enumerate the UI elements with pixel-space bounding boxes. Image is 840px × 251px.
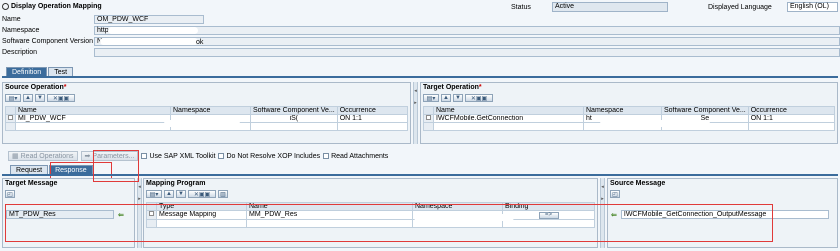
read-icon: ▦ — [12, 153, 19, 160]
action-bar: ▦ Read Operations ➡ Parameters... Use SAP … — [8, 151, 388, 161]
mapping-toolbar: ▤▾ ▲ ▼ ✕▣▣ ▥ — [144, 189, 597, 199]
description-label: Description — [2, 49, 38, 56]
edit-actions-icon[interactable]: ✕▣▣ — [465, 94, 493, 102]
status-label: Status — [511, 4, 531, 11]
target-operation-panel: Target Operation* ▤▾ ▲ ▼ ✕▣▣ Name Namesp… — [420, 82, 838, 144]
col-swcv: Software Component Ve... — [250, 106, 338, 115]
redaction — [108, 27, 198, 34]
displayed-language-select[interactable]: English (OL) — [787, 2, 838, 12]
col-occurrence: Occurrence — [747, 106, 836, 115]
redaction — [100, 38, 198, 45]
source-message-toolbar: ◰ — [608, 189, 837, 199]
mapping-program-title: Mapping Program — [146, 180, 206, 187]
source-toolbar: ▤▾ ▲ ▼ ✕▣▣ — [3, 93, 410, 103]
highlight-box — [5, 204, 773, 242]
redaction — [600, 120, 710, 127]
table-settings-icon[interactable]: ▤▾ — [5, 94, 21, 102]
swcv-suffix: ok — [196, 39, 204, 46]
swcv-field[interactable]: N — [94, 37, 840, 46]
col-name: Name — [15, 106, 171, 115]
cell-name: MI_PDW_WCF — [15, 114, 171, 123]
display-icon — [2, 3, 9, 10]
namespace-field[interactable]: http — [94, 26, 840, 35]
source-operation-panel: Source Operation* ▤▾ ▲ ▼ ✕▣▣ Name Namesp… — [2, 82, 411, 144]
col-namespace: Namespace — [583, 106, 662, 115]
displayed-language-label: Displayed Language — [708, 4, 772, 11]
arrow-right-icon: ➡ — [84, 153, 91, 160]
tab-definition[interactable]: Definition — [6, 67, 48, 76]
use-sap-xml-toolkit-checkbox[interactable]: Use SAP XML Toolkit — [141, 153, 215, 160]
move-down-icon[interactable]: ▼ — [35, 94, 45, 102]
col-occurrence: Occurrence — [336, 106, 409, 115]
cell-occurrence: ON 1:1 — [336, 114, 409, 123]
status-field: Active — [552, 2, 668, 12]
window-title-text: Display Operation Mapping — [11, 3, 102, 10]
redaction — [164, 120, 240, 127]
col-namespace: Namespace — [170, 106, 251, 115]
read-operations-button[interactable]: ▦ Read Operations — [8, 151, 78, 161]
move-down-icon[interactable]: ▼ — [453, 94, 463, 102]
tab-request[interactable]: Request — [10, 165, 49, 174]
highlight-box — [93, 150, 139, 182]
edit-actions-icon[interactable]: ✕▣▣ — [188, 190, 216, 198]
cell-name: IWCFMobile.GetConnection — [433, 114, 584, 123]
display-icon[interactable]: ◰ — [5, 190, 15, 198]
swcv-label: Software Component Version — [2, 38, 94, 45]
source-operation-table: Name Namespace Software Component Ve... … — [5, 106, 409, 131]
name-field[interactable]: OM_PDW_WCF — [94, 15, 204, 24]
tab-test[interactable]: Test — [48, 67, 74, 76]
cell-occurrence: ON 1:1 — [747, 114, 836, 123]
col-swcv: Software Component Ve... — [661, 106, 749, 115]
move-up-icon[interactable]: ▲ — [441, 94, 451, 102]
namespace-label: Namespace — [2, 27, 40, 34]
display-icon[interactable]: ◰ — [610, 190, 620, 198]
edit-actions-icon[interactable]: ✕▣▣ — [47, 94, 75, 102]
window-title: Display Operation Mapping — [2, 3, 102, 10]
target-toolbar: ▤▾ ▲ ▼ ✕▣▣ — [421, 93, 837, 103]
description-field[interactable] — [94, 48, 840, 57]
table-settings-icon[interactable]: ▤▾ — [146, 190, 162, 198]
table-settings-icon[interactable]: ▤▾ — [423, 94, 439, 102]
splitter-handle[interactable]: ◂ ▸ — [413, 82, 418, 144]
name-label: Name — [2, 16, 21, 23]
col-name: Name — [433, 106, 584, 115]
read-attachments-checkbox[interactable]: Read Attachments — [323, 153, 388, 160]
target-message-toolbar: ◰ — [3, 189, 134, 199]
source-message-title: Source Message — [610, 180, 666, 187]
move-up-icon[interactable]: ▲ — [23, 94, 33, 102]
do-not-resolve-xop-checkbox[interactable]: Do Not Resolve XOP Includes — [218, 153, 320, 160]
move-down-icon[interactable]: ▼ — [176, 190, 186, 198]
cell-swcv: iS( — [250, 114, 338, 123]
target-operation-table: Name Namespace Software Component Ve... … — [423, 106, 836, 131]
tab-underline — [2, 76, 838, 78]
move-up-icon[interactable]: ▲ — [164, 190, 174, 198]
target-operation-title: Target Operation* — [423, 84, 482, 91]
source-operation-title: Source Operation* — [5, 84, 67, 91]
main-tabs: Definition Test — [6, 67, 74, 76]
display-icon[interactable]: ▥ — [218, 190, 228, 198]
